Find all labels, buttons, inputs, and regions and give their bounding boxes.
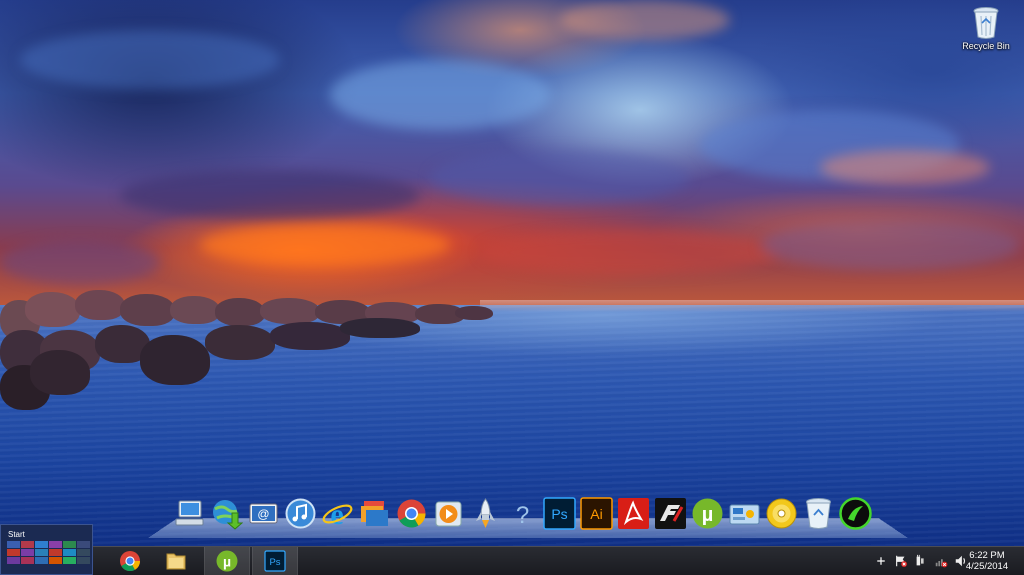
clock-time: 6:22 PM [969,550,1005,561]
cloud [760,220,1020,270]
dock-item-utorrent[interactable]: µ [690,494,725,532]
svg-text:@: @ [257,507,269,521]
razer-icon [839,496,872,530]
acrobat-icon [618,497,649,529]
cloud [120,170,420,220]
email-icon: @ [249,503,278,523]
cloud [0,240,160,285]
svg-text:Ps: Ps [269,557,280,568]
svg-text:?: ? [516,502,529,529]
folder-icon [166,553,186,570]
globe-download-icon [213,499,243,530]
svg-text:Ps: Ps [551,506,567,522]
dock-item-help[interactable]: ? [505,494,540,532]
taskbar-file-explorer[interactable] [154,547,198,575]
dock: @ e ? Ps Ai µ [172,494,873,534]
cloud [20,30,280,90]
play-icon [435,501,462,526]
dock-item-acrobat[interactable] [616,494,651,532]
flag-icon[interactable] [893,553,909,569]
svg-text:e: e [330,498,343,530]
illustrator-icon: Ai [580,496,613,530]
dock-item-internet-explorer[interactable]: e [320,494,355,532]
photoshop-icon: Ps [264,550,286,572]
taskbar: µ Ps 6:22 PM 4/25/2014 [0,546,1024,575]
taskbar-utorrent[interactable]: µ [204,547,250,575]
desktop-icon-label: Recycle Bin [962,41,1010,51]
nfs-icon [655,497,686,529]
svg-text:Ai: Ai [590,506,602,522]
dock-item-email[interactable]: @ [246,494,281,532]
taskbar-photoshop[interactable]: Ps [252,547,298,575]
question-icon: ? [516,502,529,529]
ie-icon: e [322,498,353,530]
control-panel-icon [729,504,760,524]
utorrent-icon: µ [216,550,238,572]
dock-item-razer[interactable] [838,494,873,532]
show-hidden-icon[interactable] [873,553,889,569]
dock-item-dvd[interactable] [764,494,799,532]
start-label: Start [8,530,25,539]
power-icon[interactable] [913,553,929,569]
dock-item-rocket[interactable] [468,494,503,532]
recycle-bin-icon [806,497,831,529]
dock-item-need-for-speed[interactable] [653,494,688,532]
rocket-icon [476,497,495,528]
system-tray [873,547,969,575]
cloud [430,150,690,205]
dock-item-illustrator[interactable]: Ai [579,494,614,532]
taskbar-chrome[interactable] [108,547,152,575]
tray-clock[interactable]: 6:22 PM 4/25/2014 [962,550,1012,572]
dock-item-itunes[interactable] [283,494,318,532]
chrome-icon [397,499,426,527]
horizon-glow [480,300,1024,312]
svg-text:µ: µ [223,554,231,570]
cloud [820,150,990,185]
utorrent-icon: µ [692,498,723,528]
dock-item-media-player[interactable] [431,494,466,532]
music-note-icon [285,498,316,528]
computer-icon [175,500,204,525]
desktop-icon-recycle-bin[interactable]: Recycle Bin [956,4,1016,60]
cloud [200,225,450,265]
recycle-bin-icon [972,6,1000,40]
dock-item-chrome[interactable] [394,494,429,532]
dock-item-file-explorer[interactable] [357,494,392,532]
dock-item-computer[interactable] [172,494,207,532]
desktop-wallpaper [0,0,1024,546]
dock-item-photoshop[interactable]: Ps [542,494,577,532]
folders-icon [361,500,388,526]
start-button[interactable]: Start [0,524,93,575]
clock-date: 4/25/2014 [965,561,1009,572]
dock-item-recycle-bin[interactable] [801,494,836,532]
disc-icon [766,498,797,528]
svg-text:µ: µ [702,504,714,526]
photoshop-icon: Ps [543,496,576,530]
cloud [480,230,780,275]
network-icon[interactable] [933,553,949,569]
cloud [330,60,550,130]
cloud [560,0,730,40]
chrome-icon [120,551,141,572]
dock-item-download-manager[interactable] [209,494,244,532]
start-tiles-preview [7,541,90,564]
dock-item-control-panel[interactable] [727,494,762,532]
